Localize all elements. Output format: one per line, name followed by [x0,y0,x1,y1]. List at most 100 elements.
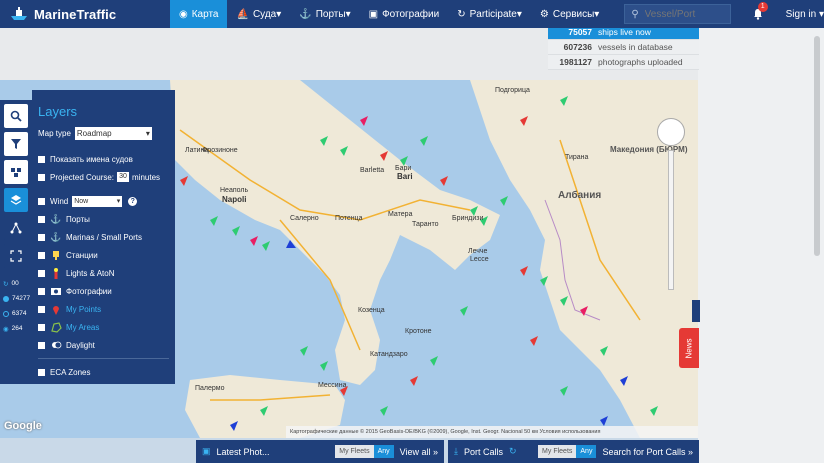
notifications-badge: 1 [757,2,768,12]
my-fleets-toggle[interactable]: My Fleets [335,445,374,458]
show-names-row: Показать имена судов [38,150,169,168]
daylight-icon [50,339,62,351]
layers-tool-button[interactable] [4,188,28,212]
globe-icon: ◉ [178,8,188,20]
eye-icon: ◉ [3,325,9,333]
expand-icon [10,250,22,262]
network-icon [10,222,22,234]
news-label: News [684,337,694,359]
city-label: Barletta [360,167,384,174]
map-zoom-slider[interactable] [668,150,674,290]
projected-course-row: Projected Course: 30 minutes [38,168,169,186]
nav-map-label: Карта [191,8,219,20]
country-label: Албания [558,189,601,201]
city-label: Лечче [468,248,488,255]
layer-label: Marinas / Small Ports [66,232,143,242]
brand-logo[interactable]: MarineTraffic [0,7,170,22]
stat-value: 264 [11,325,23,332]
layer-checkbox[interactable] [38,233,45,241]
layers-title: Layers [38,104,78,119]
layer-label: Lights & AtoN [66,268,115,278]
fleet-toggle: My Fleets Any [335,445,394,458]
nav-vessels[interactable]: ⛵ Суда ▾ [227,0,290,28]
stat-value: 607236 [563,42,592,52]
map-type-select[interactable]: Roadmap ▾ [74,127,152,140]
eca-zones-row: ECA Zones [38,363,169,381]
projected-course-input[interactable]: 30 [117,172,130,182]
layer-label: Порты [66,214,90,224]
port-calls-panel: ⤓ Port Calls ↻ My Fleets Any Search for … [448,440,699,463]
city-label: Lecce [470,256,489,263]
chevron-down-icon: ▾ [516,8,522,20]
layer-checkbox[interactable] [38,251,45,259]
ship-icon: ⛵ [236,8,249,20]
search-port-calls-link[interactable]: Search for Port Calls » [602,447,693,457]
fleet-tool-button[interactable] [4,160,28,184]
area-icon [50,321,62,333]
news-tab[interactable]: News [679,328,699,368]
map-type-value: Roadmap [76,129,112,138]
wind-checkbox[interactable] [38,197,45,205]
city-label: Фрозиноне [202,147,238,154]
nav-map[interactable]: ◉ Карта [169,0,228,28]
nav-photos[interactable]: ▣ Фотографии [360,0,449,28]
signin-button[interactable]: Sign in ▾ [786,9,824,20]
refresh-icon[interactable]: ↻ [509,446,517,457]
network-tool-button[interactable] [4,216,28,240]
eca-zones-checkbox[interactable] [38,368,45,376]
show-names-label: Показать имена судов [50,154,133,164]
layer-checkbox[interactable] [38,287,45,295]
layer-checkbox[interactable] [38,323,45,331]
show-names-checkbox[interactable] [38,155,45,163]
filter-icon [11,139,21,149]
any-toggle[interactable]: Any [576,445,597,458]
nav-services[interactable]: ⚙ Сервисы ▾ [531,0,608,28]
stat-value: 1981127 [559,57,592,67]
map-pan-control[interactable] [657,118,685,146]
nav-ports[interactable]: ⚓ Порты ▾ [290,0,359,28]
layer-label: Daylight [66,340,95,350]
filter-tool-button[interactable] [4,132,28,156]
layer-checkbox[interactable] [38,269,45,277]
stat-value: 6374 [12,310,27,317]
city-label: Неаполь [220,187,248,194]
page-scrollbar[interactable] [812,30,822,450]
layer-checkbox[interactable] [38,215,45,223]
fleet-toggle: My Fleets Any [538,445,597,458]
projected-course-checkbox[interactable] [38,173,45,181]
layer-checkbox[interactable] [38,341,45,349]
camera-icon: ▣ [202,446,211,456]
brand-name: MarineTraffic [34,6,117,22]
vessel-search-input[interactable] [644,8,725,20]
map-side-flag[interactable] [692,300,700,322]
layer-checkbox[interactable] [38,305,45,313]
map-type-label: Map type [38,129,71,138]
nav-services-label: Сервисы [552,8,595,20]
city-label: Салерно [290,215,319,222]
view-all-link[interactable]: View all » [400,447,438,457]
help-icon[interactable]: ? [128,196,138,206]
scrollbar-thumb[interactable] [814,36,820,256]
fullscreen-tool-button[interactable] [4,244,28,268]
stat-value: 74277 [12,295,31,302]
city-label: Потенца [335,215,363,222]
logo-ship-icon [11,7,27,20]
any-toggle[interactable]: Any [373,445,394,458]
refresh-icon: ↻ [3,280,9,288]
search-tool-button[interactable] [4,104,28,128]
google-logo[interactable]: Google [4,420,42,432]
city-label: Мессина [318,382,347,389]
notifications-button[interactable]: 1 [745,0,772,28]
signin-label: Sign in [785,8,817,20]
tool-stat-ships: 74277 [0,291,32,306]
nav-participate[interactable]: ↻ Participate ▾ [448,0,531,28]
latest-photos-panel: ▣ Latest Phot... My Fleets Any View all … [196,440,444,463]
wind-select[interactable]: Now ▾ [72,195,123,207]
my-fleets-toggle[interactable]: My Fleets [538,445,577,458]
city-label: Тирана [565,154,589,161]
city-label: Таранто [412,221,439,228]
stats-box: 75057 ships live now 607236 vessels in d… [548,25,699,70]
layer-item-marinas: ⚓ Marinas / Small Ports [38,228,169,246]
layer-item-photos: Фотографии [38,282,169,300]
layer-label: My Areas [66,322,100,332]
